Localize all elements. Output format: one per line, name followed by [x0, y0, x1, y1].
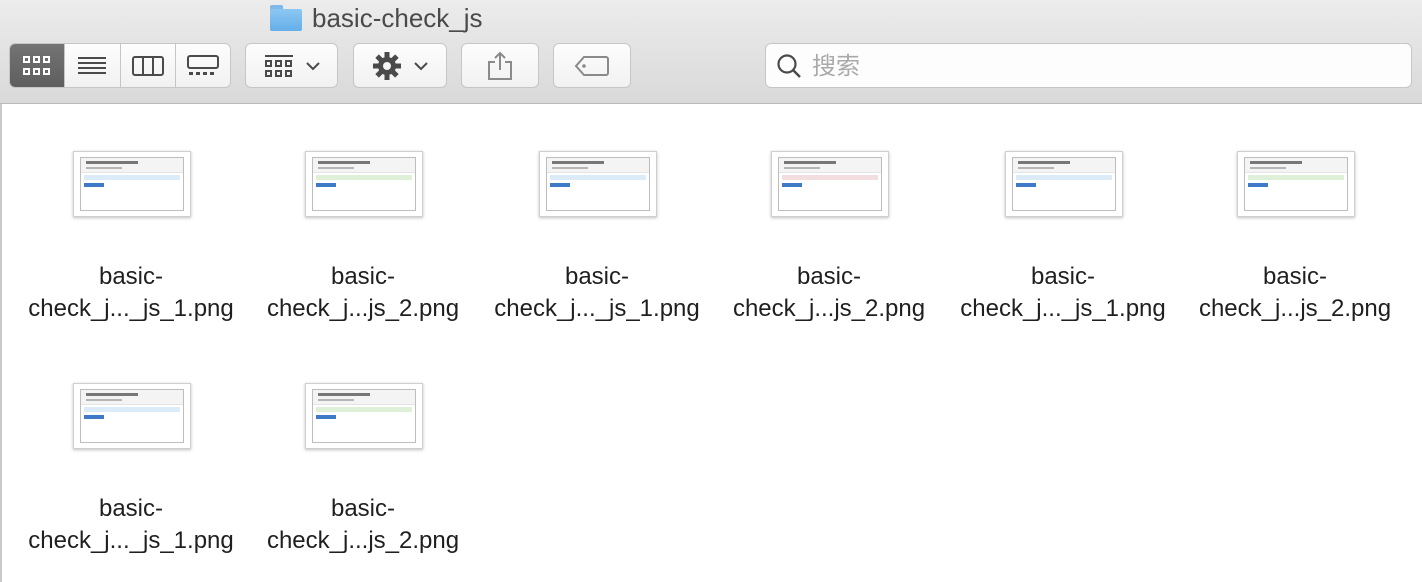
file-name-line2: check_j...js_2.png [1198, 295, 1392, 322]
file-thumbnail [73, 151, 191, 217]
thumbnail-message-bar [316, 175, 412, 180]
file-name-line2: check_j..._js_1.png [28, 295, 234, 322]
file-name: basic-check_j..._js_1.png [15, 261, 247, 325]
file-name: basic-check_j...js_2.png [713, 261, 945, 325]
file-name-line1: basic- [1262, 263, 1328, 290]
thumbnail-message-bar [316, 407, 412, 412]
gallery-view-button[interactable] [174, 44, 230, 87]
window-title-area: basic-check_js [270, 2, 483, 34]
thumbnail-message-bar [782, 175, 878, 180]
search-field[interactable] [765, 43, 1412, 88]
file-name: basic-check_j..._js_1.png [947, 261, 1179, 325]
file-name-line1: basic- [330, 263, 396, 290]
share-icon [488, 51, 512, 80]
folder-icon [270, 5, 302, 31]
column-view-icon [131, 55, 164, 76]
thumbnail-message-bar [1016, 175, 1112, 180]
chevron-down-icon [305, 61, 320, 70]
file-item[interactable]: basic-check_j...js_2.png [247, 336, 479, 566]
file-thumbnail [73, 383, 191, 449]
file-thumbnail [771, 151, 889, 217]
file-name-line1: basic- [1030, 263, 1096, 290]
file-name-line2: check_j..._js_1.png [494, 295, 700, 322]
file-name: basic-check_j..._js_1.png [481, 261, 713, 325]
file-name-line2: check_j...js_2.png [266, 295, 460, 322]
file-item[interactable]: basic-check_j...js_2.png [713, 104, 945, 334]
file-item[interactable]: basic-check_j..._js_1.png [15, 104, 247, 334]
gallery-view-icon [186, 54, 219, 75]
file-name-line2: check_j...js_2.png [732, 295, 926, 322]
thumbnail-message-bar [550, 175, 646, 180]
group-icon [264, 54, 293, 77]
tag-button[interactable] [553, 43, 631, 88]
file-thumbnail [1005, 151, 1123, 217]
window-title: basic-check_js [312, 2, 483, 33]
file-name-line1: basic- [796, 263, 862, 290]
search-input[interactable] [810, 50, 1374, 81]
thumbnail-message-bar [84, 175, 180, 180]
file-thumbnail [539, 151, 657, 217]
file-name-line2: check_j..._js_1.png [960, 295, 1166, 322]
icon-view-button[interactable] [10, 44, 65, 87]
window-edge [0, 104, 2, 582]
file-item[interactable]: basic-check_j..._js_1.png [947, 104, 1179, 334]
file-name: basic-check_j..._js_1.png [15, 493, 247, 557]
view-switcher [9, 43, 231, 88]
list-view-button[interactable] [64, 44, 119, 87]
group-button[interactable] [245, 43, 338, 88]
file-thumbnail [305, 151, 423, 217]
icon-view-icon [23, 55, 51, 75]
thumbnail-message-bar [84, 407, 180, 412]
file-name-line2: check_j...js_2.png [266, 527, 460, 554]
column-view-button[interactable] [119, 44, 175, 87]
gear-icon [373, 51, 401, 80]
file-name: basic-check_j...js_2.png [247, 261, 479, 325]
file-thumbnail [305, 383, 423, 449]
file-name: basic-check_j...js_2.png [1179, 261, 1411, 325]
thumbnail-message-bar [1248, 175, 1344, 180]
share-button[interactable] [461, 43, 539, 88]
file-name-line2: check_j..._js_1.png [28, 527, 234, 554]
file-item[interactable]: basic-check_j...js_2.png [1179, 104, 1411, 334]
file-name-line1: basic- [330, 495, 396, 522]
toolbar: basic-check_js [0, 0, 1422, 104]
chevron-down-icon [414, 61, 428, 70]
action-button[interactable] [353, 43, 447, 88]
list-view-icon [78, 56, 107, 74]
tag-icon [574, 55, 609, 76]
file-thumbnail [1237, 151, 1355, 217]
file-name-line1: basic- [98, 263, 164, 290]
file-item[interactable]: basic-check_j...js_2.png [247, 104, 479, 334]
file-name-line1: basic- [98, 495, 164, 522]
file-name-line1: basic- [564, 263, 630, 290]
file-item[interactable]: basic-check_j..._js_1.png [15, 336, 247, 566]
file-item[interactable]: basic-check_j..._js_1.png [481, 104, 713, 334]
file-name: basic-check_j...js_2.png [247, 493, 479, 557]
search-icon [777, 53, 801, 78]
